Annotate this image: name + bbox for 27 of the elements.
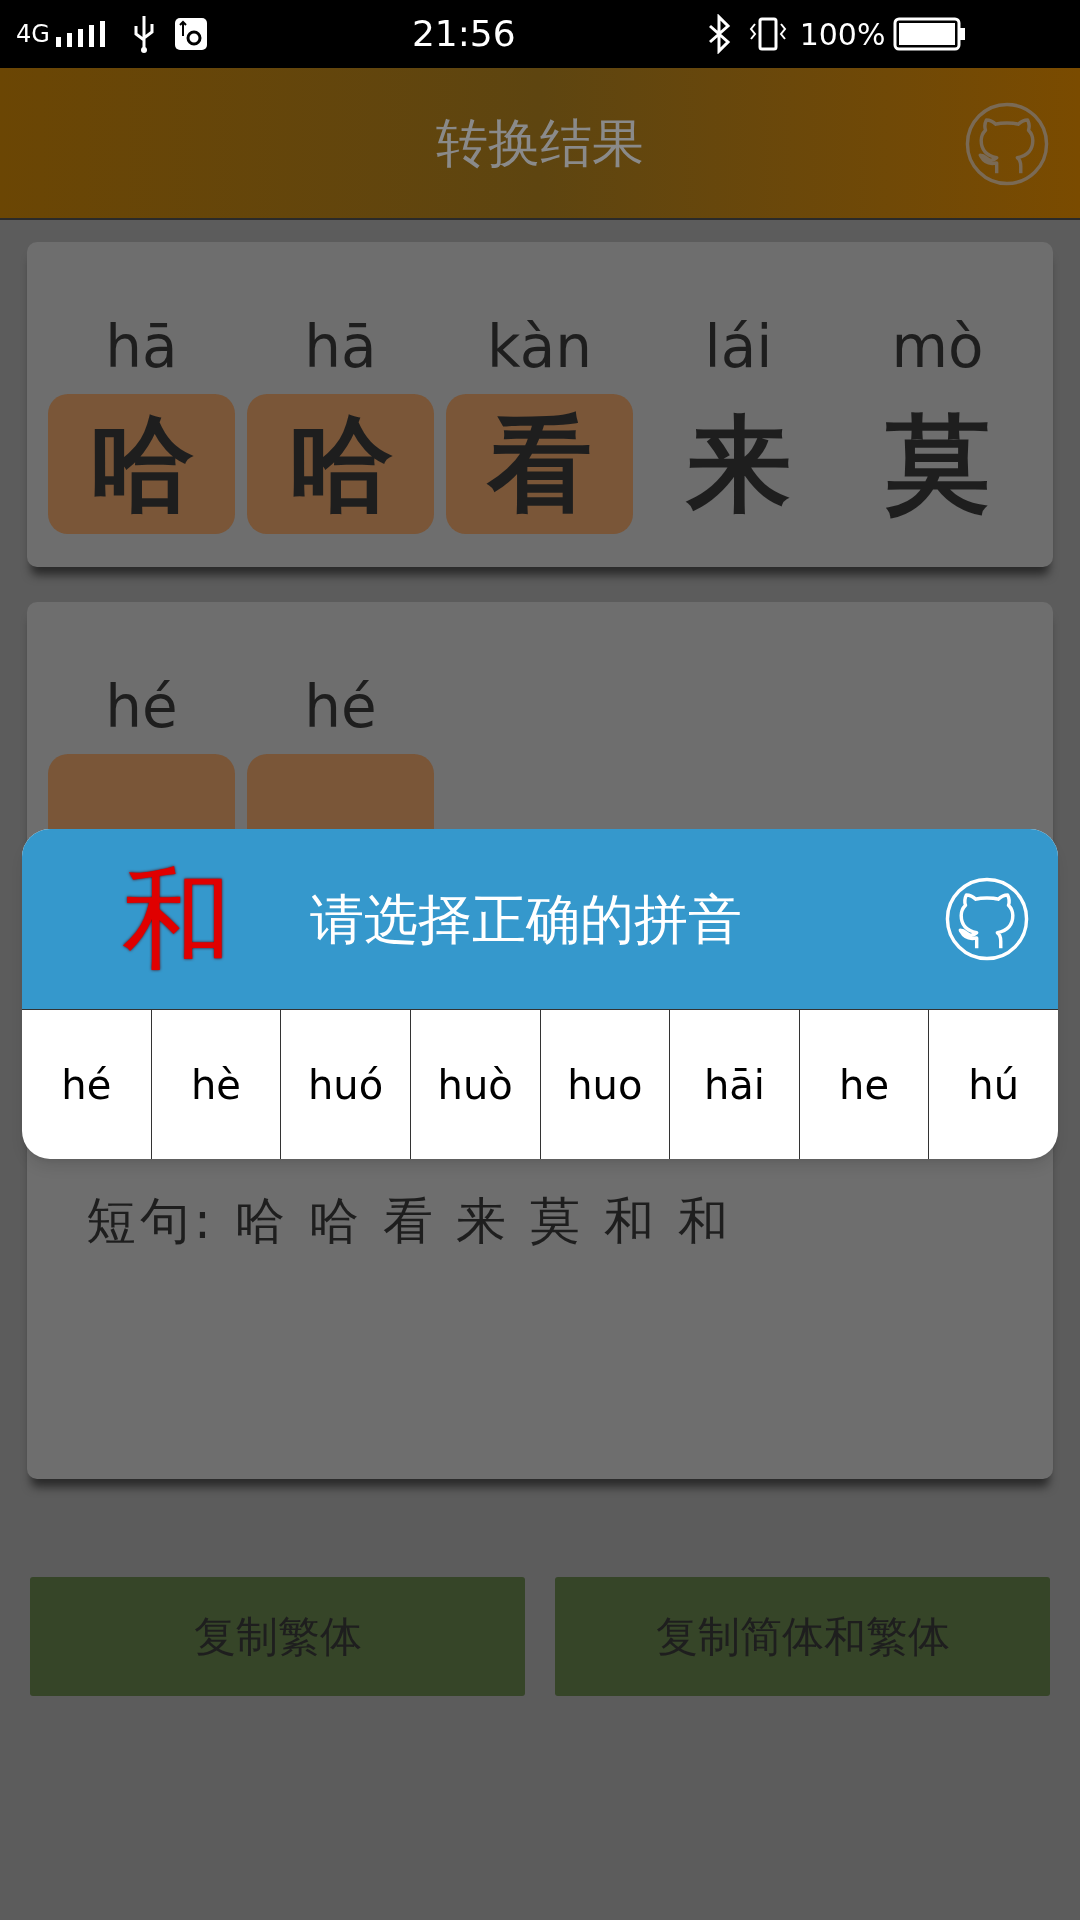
pinyin-label: hé — [105, 672, 178, 742]
github-icon[interactable] — [964, 101, 1050, 187]
pinyin-label: mò — [891, 312, 984, 382]
pinyin-option[interactable]: huo — [539, 1010, 670, 1159]
pinyin-option[interactable]: huò — [409, 1010, 540, 1159]
pinyin-option[interactable]: huó — [280, 1010, 410, 1159]
pinyin-option[interactable]: he — [798, 1010, 929, 1159]
battery-icon — [893, 17, 968, 51]
pinyin-label: kàn — [487, 312, 592, 382]
clock: 21:56 — [411, 12, 516, 56]
usb-settings-icon — [173, 17, 208, 51]
pinyin-option[interactable]: hú — [928, 1010, 1058, 1159]
pinyin-label: hé — [304, 672, 377, 742]
selected-character: 和 — [122, 864, 232, 974]
pinyin-label: hā — [304, 312, 377, 382]
pinyin-label: hā — [105, 312, 178, 382]
dialog-title: 请选择正确的拼音 — [310, 886, 742, 953]
pinyin-option[interactable]: hāi — [669, 1010, 799, 1159]
pinyin-option[interactable]: hé — [22, 1010, 151, 1159]
sentence-text: 短句: 哈 哈 看 来 莫 和 和 — [86, 1191, 734, 1252]
pinyin-label: lái — [704, 312, 773, 382]
page-title: 转换结果 — [436, 112, 644, 175]
network-label: 4G — [16, 19, 50, 50]
pinyin-option[interactable]: hè — [150, 1010, 281, 1159]
vibrate-icon — [747, 16, 788, 52]
signal-icon — [53, 19, 106, 49]
battery-percent: 100% — [799, 15, 886, 54]
